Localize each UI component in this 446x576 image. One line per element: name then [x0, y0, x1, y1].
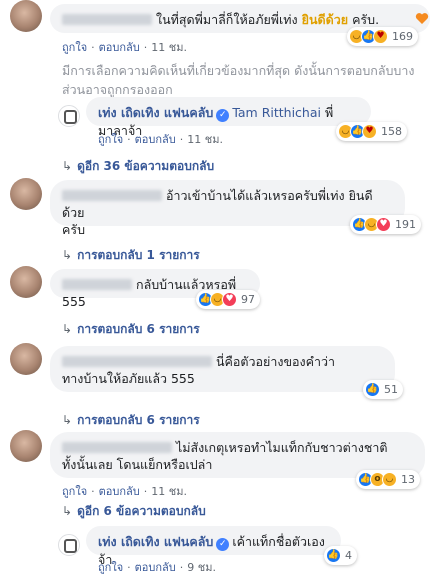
like-link[interactable]: ถูกใจ	[98, 561, 123, 574]
reaction-summary[interactable]: ◡ 👍 ♥ 169	[347, 27, 418, 46]
avatar[interactable]	[10, 178, 42, 210]
filter-notice: มีการเลือกความคิดเห็นที่เกี่ยวข้องมากที่…	[62, 61, 432, 99]
comment-actions: ถูกใจ · ตอบกลับ · 11 ชม.	[62, 41, 187, 54]
love-reaction-icon: ♥	[376, 217, 391, 232]
avatar[interactable]	[10, 0, 42, 32]
comment-text: ในที่สุดพี่มาลี่ก็ให้อภัยพี่เท่ง	[156, 12, 298, 27]
comment-accent-text: ยินดีด้วย	[301, 12, 349, 27]
reply-arrow-icon: ↳	[62, 413, 73, 427]
filter-notice-line1: มีการเลือกความคิดเห็นที่เกี่ยวข้องมากที่…	[62, 63, 415, 78]
care-reaction-icon: ♥	[362, 124, 377, 139]
timestamp[interactable]: 11 ชม.	[187, 133, 223, 146]
reaction-summary[interactable]: 👍 51	[363, 380, 403, 399]
verified-badge-icon: ✓	[216, 538, 230, 551]
care-reaction-icon: ♥	[373, 29, 388, 44]
reply-link[interactable]: ตอบกลับ	[99, 41, 140, 54]
tagged-name[interactable]: Tam Ritthichai	[232, 105, 321, 120]
reply-link[interactable]: ตอบกลับ	[99, 485, 140, 498]
reply-arrow-icon: ↳	[62, 322, 73, 336]
reply-link[interactable]: ตอบกลับ	[135, 561, 176, 574]
page-name[interactable]: เท่ง เถิดเทิง แฟนคลับ	[98, 534, 213, 549]
like-reaction-icon: 👍	[326, 548, 341, 563]
reaction-count: 13	[401, 473, 415, 486]
reaction-summary[interactable]: 👍 ◡ ♥ 97	[196, 290, 260, 309]
reply-actions: ถูกใจ · ตอบกลับ · 9 ชม.	[98, 561, 216, 574]
laugh-reaction-icon: ◡	[382, 472, 397, 487]
comment-text-line2: ครับ	[62, 222, 86, 237]
reaction-count: 169	[392, 30, 413, 43]
comment-text: ไม่สังเกตุเหรอทำไมแท็กกับชาวต่างชาติ	[176, 440, 388, 455]
reaction-count: 97	[241, 293, 255, 306]
commenter-name[interactable]	[62, 356, 212, 367]
view-replies-link[interactable]: ↳ การตอบกลับ 6 รายการ	[62, 320, 200, 339]
page-avatar[interactable]	[58, 534, 80, 556]
avatar[interactable]	[10, 430, 42, 462]
like-reaction-icon: 👍	[365, 382, 380, 397]
view-more-replies-link[interactable]: ↳ ดูอีก 6 ข้อความตอบกลับ	[62, 502, 206, 521]
view-replies-link[interactable]: ↳ การตอบกลับ 1 รายการ	[62, 246, 200, 265]
like-link[interactable]: ถูกใจ	[62, 41, 87, 54]
comment-text-line2: ทางบ้านให้อภัยแล้ว 555	[62, 371, 195, 386]
page-avatar[interactable]	[58, 105, 80, 127]
comment-bubble: นี่คือตัวอย่างของคำว่า ทางบ้านให้อภัยแล้…	[50, 346, 395, 392]
love-reaction-icon: ♥	[222, 292, 237, 307]
reaction-summary[interactable]: 👍 ◡ ♥ 191	[350, 215, 421, 234]
comment-text-tail: ครับ.	[352, 12, 380, 27]
page-name[interactable]: เท่ง เถิดเทิง แฟนคลับ	[98, 105, 213, 120]
reply-bubble: เท่ง เถิดเทิง แฟนคลับ ✓ Tam Ritthichai พี่…	[86, 97, 371, 138]
commenter-name[interactable]	[62, 14, 152, 25]
reply-arrow-icon: ↳	[62, 504, 73, 518]
reply-arrow-icon: ↳	[62, 248, 73, 262]
comment-actions: ถูกใจ · ตอบกลับ · 11 ชม.	[62, 485, 187, 498]
avatar[interactable]	[10, 266, 42, 298]
heart-icon	[415, 13, 429, 24]
reply-actions: ถูกใจ · ตอบกลับ · 11 ชม.	[98, 133, 223, 146]
timestamp[interactable]: 11 ชม.	[151, 41, 187, 54]
reaction-count: 51	[384, 383, 398, 396]
reaction-summary[interactable]: ◡ 👍 ♥ 158	[336, 122, 407, 141]
reaction-count: 158	[381, 125, 402, 138]
reaction-count: 191	[395, 218, 416, 231]
reply-arrow-icon: ↳	[62, 159, 73, 173]
timestamp[interactable]: 11 ชม.	[151, 485, 187, 498]
commenter-name[interactable]	[62, 190, 162, 201]
like-link[interactable]: ถูกใจ	[62, 485, 87, 498]
commenter-name[interactable]	[62, 279, 132, 290]
verified-badge-icon: ✓	[216, 109, 230, 122]
timestamp[interactable]: 9 ชม.	[187, 561, 216, 574]
reply-bubble: เท่ง เถิดเทิง แฟนคลับ ✓ เค้าแท็กชื่อตัวเอง…	[86, 526, 341, 567]
view-more-replies-link[interactable]: ↳ ดูอีก 36 ข้อความตอบกลับ	[62, 157, 214, 176]
avatar[interactable]	[10, 343, 42, 375]
reply-link[interactable]: ตอบกลับ	[135, 133, 176, 146]
reaction-summary[interactable]: 👍 4	[324, 546, 357, 565]
like-link[interactable]: ถูกใจ	[98, 133, 123, 146]
commenter-name[interactable]	[62, 442, 172, 453]
reaction-count: 4	[345, 549, 352, 562]
comment-text: นี่คือตัวอย่างของคำว่า	[216, 354, 336, 369]
reaction-summary[interactable]: 👍 o ◡ 13	[356, 470, 420, 489]
view-replies-link[interactable]: ↳ การตอบกลับ 6 รายการ	[62, 411, 200, 430]
